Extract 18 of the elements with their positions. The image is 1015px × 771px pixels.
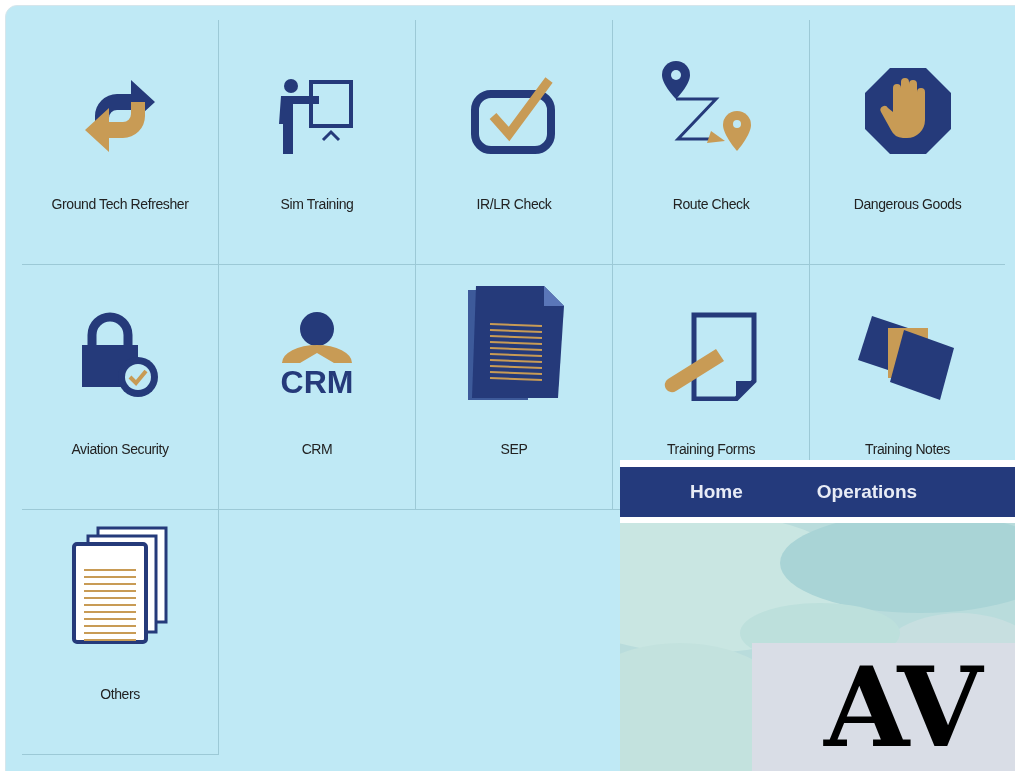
tile-label[interactable]: SEP	[500, 441, 528, 457]
tile-label[interactable]: Route Check	[672, 196, 750, 212]
tile-label[interactable]: CRM	[301, 441, 333, 457]
hero-heading: AV	[824, 653, 1015, 763]
pencil-page-icon[interactable]	[663, 311, 759, 401]
tile-label[interactable]: Sim Training	[280, 196, 354, 212]
tile-label[interactable]: Ground Tech Refresher	[51, 196, 189, 212]
tile-label[interactable]: Training Notes	[865, 441, 950, 457]
tile-label[interactable]: Aviation Security	[71, 441, 169, 457]
tile-label[interactable]: Others	[100, 686, 140, 702]
tile-label[interactable]: Dangerous Goods	[853, 196, 962, 212]
nav-link[interactable]: Operations	[816, 477, 918, 507]
stacked-documents-icon[interactable]	[70, 526, 170, 646]
tile-label[interactable]: Training Forms	[667, 441, 755, 457]
stop-hand-icon[interactable]	[862, 66, 953, 156]
icon-text: CRM	[280, 364, 354, 400]
tile-label[interactable]: IR/LR Check	[476, 196, 552, 212]
nav-link[interactable]: Home	[690, 477, 743, 507]
